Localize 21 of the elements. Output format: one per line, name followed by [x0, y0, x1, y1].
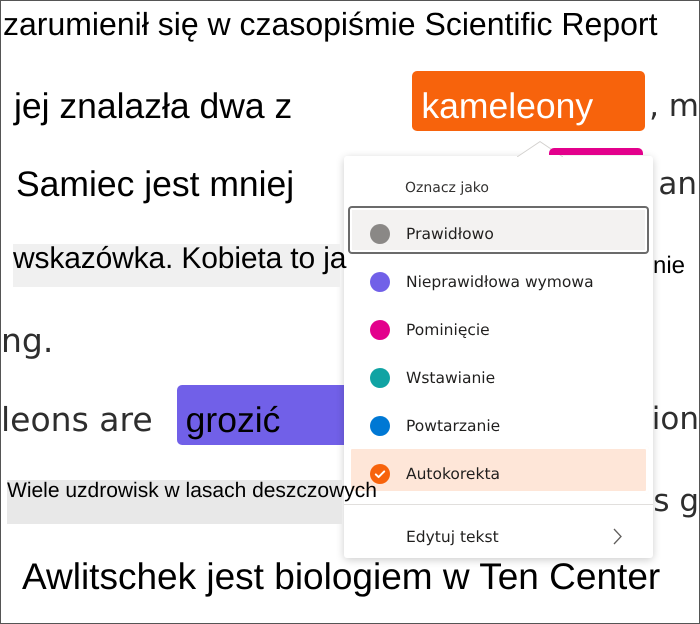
highlight-bar[interactable]	[549, 148, 644, 155]
menu-item[interactable]: Pominięcie	[348, 302, 649, 350]
background-text: an	[658, 166, 697, 202]
menu-heading: Oznacz jako	[405, 179, 489, 198]
menu-item[interactable]: Wstawianie	[348, 350, 649, 398]
caption-text: Wiele uzdrowisk w lasach deszczowych	[7, 480, 377, 524]
passage-text: Samiec jest mniej	[16, 164, 294, 204]
passage-text: zarumienił się w czasopiśmie Scientific Report	[3, 6, 658, 42]
menu-item[interactable]: Powtarzanie	[348, 398, 649, 446]
passage-text: nie	[652, 252, 685, 280]
background-text: ion	[652, 402, 699, 438]
background-text: ng.	[1, 322, 54, 360]
background-text: s g	[653, 484, 699, 520]
chevron-right-icon	[613, 528, 622, 545]
passage-text: Awlitschek jest biologiem w Ten Center	[22, 556, 660, 598]
menu-item[interactable]: Nieprawidłowa wymowa	[348, 254, 649, 302]
shaded-text: wskazówka. Kobieta to ja	[13, 244, 346, 287]
passage-text: jej znalazła dwa z	[14, 86, 292, 126]
background-text: leons are	[1, 400, 153, 440]
menu-item[interactable]: Prawidłowo	[348, 206, 649, 254]
background-text: , m	[649, 88, 699, 124]
